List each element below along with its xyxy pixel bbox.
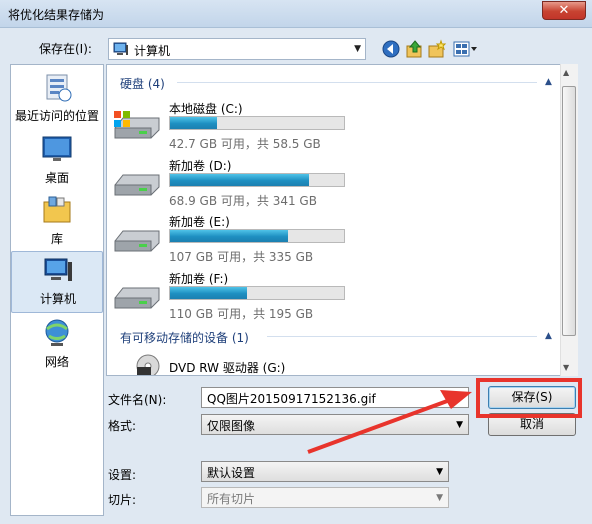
slices-dropdown[interactable]: 所有切片 ▼ xyxy=(201,487,449,508)
window-title: 将优化结果存储为 xyxy=(8,8,105,22)
save-in-label: 保存在(I): xyxy=(39,42,92,56)
scroll-down-icon[interactable]: ▼ xyxy=(563,363,569,372)
scrollbar-thumb[interactable] xyxy=(562,86,576,336)
library-icon xyxy=(43,196,71,223)
filename-label: 文件名(N): xyxy=(108,393,167,407)
highlight-box xyxy=(476,378,582,418)
drive-name: 新加卷 (D:) xyxy=(169,159,232,173)
format-dropdown[interactable]: 仅限图像 ▼ xyxy=(201,414,469,435)
chevron-down-icon: ▼ xyxy=(436,467,443,477)
drive-size: 110 GB 可用，共 195 GB xyxy=(169,307,314,321)
network-icon xyxy=(45,319,69,346)
place-recent[interactable]: 最近访问的位置 xyxy=(11,69,103,129)
chevron-down-icon: ▼ xyxy=(456,420,463,430)
computer-icon xyxy=(113,42,128,55)
drive-usage-bar xyxy=(169,116,345,130)
collapse-caret-icon[interactable]: ▲ xyxy=(545,77,552,87)
place-computer[interactable]: 计算机 xyxy=(11,251,103,313)
settings-dropdown[interactable]: 默认设置 ▼ xyxy=(201,461,449,482)
filename-value: QQ图片20150917152136.gif xyxy=(207,392,376,406)
slices-value: 所有切片 xyxy=(207,492,256,506)
group-header-hdd[interactable]: 硬盘 (4) xyxy=(120,75,165,92)
place-desktop[interactable]: 桌面 xyxy=(11,131,103,191)
place-label: 库 xyxy=(50,232,63,246)
file-list-pane: 硬盘 (4) ▲ 本地磁盘 (C:) 42.7 GB 可用，共 58.5 GB … xyxy=(106,64,578,376)
slices-label: 切片: xyxy=(108,493,137,507)
hard-drive-icon xyxy=(114,287,160,309)
collapse-caret-icon[interactable]: ▲ xyxy=(545,331,552,341)
computer-icon xyxy=(44,258,72,281)
save-in-dropdown[interactable]: 计算机 ▼ xyxy=(108,38,366,60)
windows-logo-icon xyxy=(114,111,130,127)
drive-name: DVD RW 驱动器 (G:) xyxy=(169,361,286,375)
drive-usage-fill xyxy=(170,117,217,129)
back-icon[interactable] xyxy=(380,39,402,59)
drive-name: 本地磁盘 (C:) xyxy=(169,102,243,116)
drive-size: 42.7 GB 可用，共 58.5 GB xyxy=(169,137,321,151)
title-bar: 将优化结果存储为 ✕ xyxy=(0,0,592,28)
place-library[interactable]: 库 xyxy=(11,192,103,252)
filename-input[interactable]: QQ图片20150917152136.gif ▼ xyxy=(201,387,469,408)
chevron-down-icon[interactable]: ▼ xyxy=(456,393,463,403)
drive-c[interactable]: 本地磁盘 (C:) 42.7 GB 可用，共 58.5 GB xyxy=(107,100,547,160)
drive-usage-bar xyxy=(169,286,345,300)
place-label: 计算机 xyxy=(39,292,76,306)
close-button[interactable]: ✕ xyxy=(542,1,586,20)
save-in-value: 计算机 xyxy=(134,44,171,58)
group-header-removable[interactable]: 有可移动存储的设备 (1) xyxy=(120,329,249,346)
drive-usage-fill xyxy=(170,174,310,186)
up-folder-icon[interactable] xyxy=(404,39,426,59)
place-label: 桌面 xyxy=(44,171,69,185)
place-label: 最近访问的位置 xyxy=(14,109,99,123)
drive-name: 新加卷 (F:) xyxy=(169,272,229,286)
drive-usage-bar xyxy=(169,173,345,187)
drive-f[interactable]: 新加卷 (F:) 110 GB 可用，共 195 GB xyxy=(107,270,547,330)
format-label: 格式: xyxy=(108,419,137,433)
chevron-down-icon: ▼ xyxy=(354,44,361,54)
hard-drive-icon xyxy=(114,174,160,196)
settings-label: 设置: xyxy=(108,468,137,482)
close-icon: ✕ xyxy=(558,3,570,18)
recent-places-icon xyxy=(46,74,72,102)
drive-usage-fill xyxy=(170,230,289,242)
view-menu-icon[interactable] xyxy=(452,39,478,59)
places-bar: 最近访问的位置 桌面 库 计算机 网络 xyxy=(10,64,104,516)
group-divider xyxy=(177,82,537,83)
scroll-up-icon[interactable]: ▲ xyxy=(563,68,569,77)
format-value: 仅限图像 xyxy=(207,419,256,433)
drive-d[interactable]: 新加卷 (D:) 68.9 GB 可用，共 341 GB xyxy=(107,157,547,217)
desktop-icon xyxy=(42,136,72,161)
drive-name: 新加卷 (E:) xyxy=(169,215,230,229)
place-label: 网络 xyxy=(44,355,69,369)
drive-g[interactable]: DVD RW 驱动器 (G:) xyxy=(107,353,547,375)
drive-usage-fill xyxy=(170,287,247,299)
drive-size: 68.9 GB 可用，共 341 GB xyxy=(169,194,317,208)
hard-drive-icon xyxy=(114,230,160,252)
new-folder-icon[interactable] xyxy=(426,39,448,59)
place-network[interactable]: 网络 xyxy=(11,315,103,375)
drive-size: 107 GB 可用，共 335 GB xyxy=(169,250,314,264)
chevron-down-icon: ▼ xyxy=(436,493,443,503)
dvd-drive-icon xyxy=(136,354,160,375)
drive-usage-bar xyxy=(169,229,345,243)
settings-value: 默认设置 xyxy=(207,466,256,480)
drive-e[interactable]: 新加卷 (E:) 107 GB 可用，共 335 GB xyxy=(107,213,547,273)
group-divider xyxy=(267,336,537,337)
